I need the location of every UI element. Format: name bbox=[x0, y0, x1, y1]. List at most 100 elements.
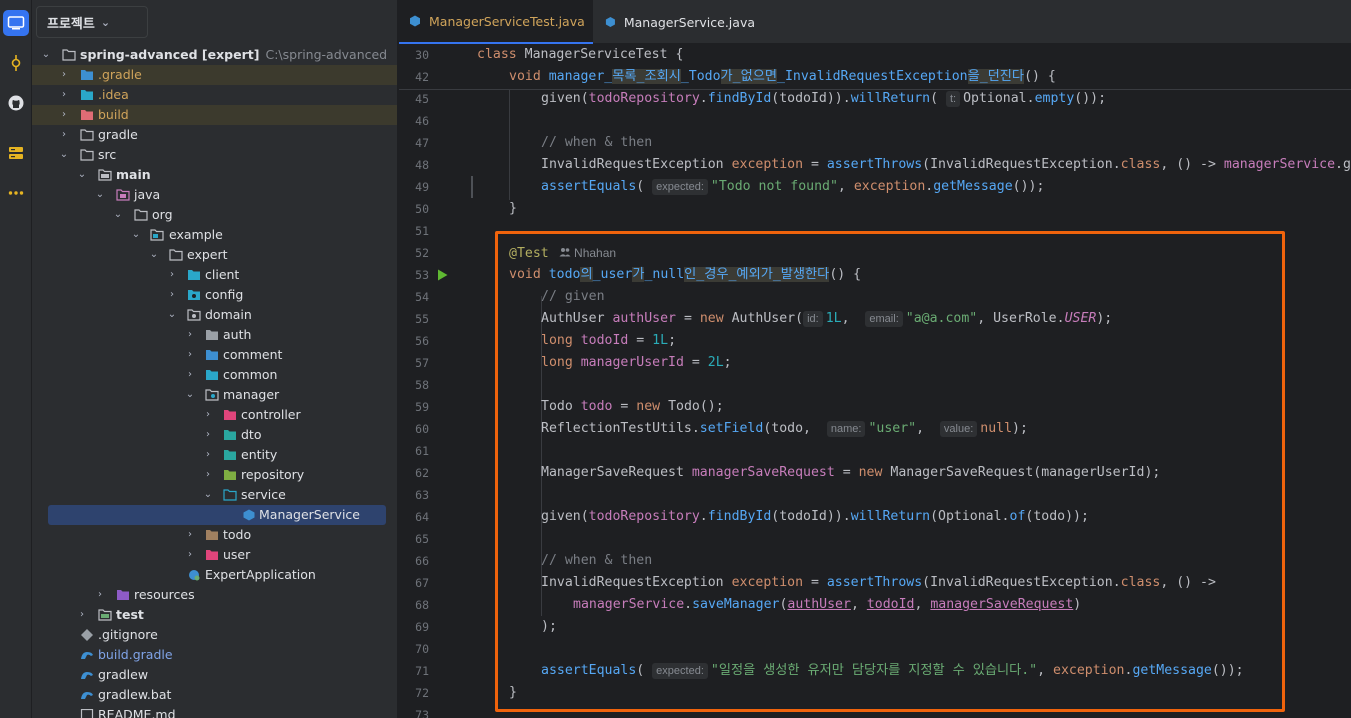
tree-item-entity[interactable]: › entity bbox=[32, 445, 397, 465]
chevron-right-icon[interactable]: › bbox=[58, 65, 70, 85]
chevron-right-icon[interactable]: › bbox=[58, 105, 70, 125]
tree-item-comment[interactable]: › comment bbox=[32, 345, 397, 365]
tree-item-resources[interactable]: › resources bbox=[32, 585, 397, 605]
code-line-62[interactable]: ManagerSaveRequest managerSaveRequest = … bbox=[541, 462, 1160, 484]
tree-item-manager[interactable]: ⌄ manager bbox=[32, 385, 397, 405]
code-line-67[interactable]: InvalidRequestException exception = asse… bbox=[541, 572, 1216, 594]
chevron-down-icon[interactable]: ⌄ bbox=[184, 385, 196, 405]
code-line-68[interactable]: managerService.saveManager(authUser, tod… bbox=[573, 594, 1081, 616]
chevron-down-icon[interactable]: ⌄ bbox=[112, 205, 124, 225]
tree-item-example[interactable]: ⌄ example bbox=[32, 225, 397, 245]
structure-view-button[interactable] bbox=[3, 140, 29, 166]
tree-item-config[interactable]: › config bbox=[32, 285, 397, 305]
chevron-down-icon[interactable]: ⌄ bbox=[58, 145, 70, 165]
project-view-selector[interactable]: 프로젝트 ⌄ bbox=[36, 6, 148, 38]
code-line-72[interactable]: } bbox=[509, 682, 517, 704]
chevron-right-icon[interactable]: › bbox=[202, 405, 214, 425]
code-line-56[interactable]: long todoId = 1L; bbox=[541, 330, 676, 352]
tree-item-gradle[interactable]: › gradle bbox=[32, 125, 397, 145]
tree-item-org[interactable]: ⌄ org bbox=[32, 205, 397, 225]
code-line-48[interactable]: InvalidRequestException exception = asse… bbox=[541, 154, 1351, 176]
java-class-icon bbox=[410, 15, 420, 27]
chevron-right-icon[interactable]: › bbox=[184, 545, 196, 565]
chevron-down-icon[interactable]: ⌄ bbox=[148, 245, 160, 265]
commit-view-button[interactable] bbox=[3, 50, 29, 76]
chevron-down-icon[interactable]: ⌄ bbox=[202, 485, 214, 505]
github-view-button[interactable] bbox=[3, 90, 29, 116]
code-line-59[interactable]: Todo todo = new Todo(); bbox=[541, 396, 724, 418]
code-line-66[interactable]: // when & then bbox=[541, 550, 652, 572]
tree-item-user[interactable]: › user bbox=[32, 545, 397, 565]
tree-item-readme[interactable]: README.md bbox=[32, 705, 397, 718]
chevron-down-icon[interactable]: ⌄ bbox=[40, 45, 52, 65]
tree-item-src[interactable]: ⌄ src bbox=[32, 145, 397, 165]
chevron-right-icon[interactable]: › bbox=[76, 605, 88, 625]
project-view-button[interactable] bbox=[3, 10, 29, 36]
chevron-right-icon[interactable]: › bbox=[202, 445, 214, 465]
code-line-52[interactable]: @Test Nhahan bbox=[509, 242, 616, 264]
tree-item-java[interactable]: ⌄ java bbox=[32, 185, 397, 205]
chevron-right-icon[interactable]: › bbox=[184, 345, 196, 365]
tree-item-label: ManagerService bbox=[259, 507, 360, 522]
tab-manager-service-test[interactable]: ManagerServiceTest.java bbox=[399, 0, 593, 44]
tree-item-test[interactable]: › test bbox=[32, 605, 397, 625]
code-line-49[interactable]: assertEquals( expected: "Todo not found",… bbox=[541, 176, 1044, 198]
tree-item-auth[interactable]: › auth bbox=[32, 325, 397, 345]
chevron-right-icon[interactable]: › bbox=[166, 265, 178, 285]
tree-item-controller[interactable]: › controller bbox=[32, 405, 397, 425]
chevron-right-icon[interactable]: › bbox=[184, 365, 196, 385]
chevron-right-icon[interactable]: › bbox=[202, 425, 214, 445]
code-line-45[interactable]: given(todoRepository.findById(todoId)).w… bbox=[541, 88, 1106, 110]
chevron-right-icon[interactable]: › bbox=[58, 85, 70, 105]
chevron-down-icon[interactable]: ⌄ bbox=[76, 165, 88, 185]
package-icon bbox=[206, 530, 218, 540]
chevron-right-icon[interactable]: › bbox=[202, 465, 214, 485]
git-icon bbox=[81, 629, 93, 641]
chevron-down-icon[interactable]: ⌄ bbox=[94, 185, 106, 205]
tree-item-gradlew[interactable]: gradlew bbox=[32, 665, 397, 685]
tree-item-manager-service[interactable]: ManagerService bbox=[48, 505, 386, 525]
tree-item-common[interactable]: › common bbox=[32, 365, 397, 385]
code-line-60[interactable]: ReflectionTestUtils.setField(todo, name:… bbox=[541, 418, 1028, 440]
chevron-right-icon[interactable]: › bbox=[166, 285, 178, 305]
tree-item-label: gradlew.bat bbox=[98, 687, 172, 702]
tree-item-client[interactable]: › client bbox=[32, 265, 397, 285]
tree-item-todo[interactable]: › todo bbox=[32, 525, 397, 545]
line-number: 54 bbox=[415, 290, 429, 304]
tree-item-build-gradle[interactable]: build.gradle bbox=[32, 645, 397, 665]
code-line-47[interactable]: // when & then bbox=[541, 132, 652, 154]
chevron-down-icon[interactable]: ⌄ bbox=[166, 305, 178, 325]
code-line-30[interactable]: class ManagerServiceTest { bbox=[477, 44, 683, 66]
run-test-icon[interactable] bbox=[437, 269, 448, 281]
tree-item-gitignore[interactable]: .gitignore bbox=[32, 625, 397, 645]
interface-icon bbox=[243, 509, 255, 521]
tree-item-gradle-dir[interactable]: › .gradle bbox=[32, 65, 397, 85]
tree-item-expert[interactable]: ⌄ expert bbox=[32, 245, 397, 265]
chevron-down-icon[interactable]: ⌄ bbox=[130, 225, 142, 245]
tree-item-idea[interactable]: › .idea bbox=[32, 85, 397, 105]
tree-item-domain[interactable]: ⌄ domain bbox=[32, 305, 397, 325]
tab-manager-service[interactable]: ManagerService.java bbox=[595, 0, 755, 44]
code-line-50[interactable]: } bbox=[509, 198, 517, 220]
tree-item-build[interactable]: › build bbox=[32, 105, 397, 125]
code-line-64[interactable]: given(todoRepository.findById(todoId)).w… bbox=[541, 506, 1089, 528]
tree-item-main[interactable]: ⌄ main bbox=[32, 165, 397, 185]
tree-item-expert-application[interactable]: ExpertApplication bbox=[32, 565, 397, 585]
code-line-53[interactable]: void todo의_user가_null인_경우_예외가_발생한다() { bbox=[509, 264, 861, 286]
tree-item-dto[interactable]: › dto bbox=[32, 425, 397, 445]
code-line-42[interactable]: void manager_목록_조회시_Todo가_없으면_InvalidReq… bbox=[509, 66, 1056, 88]
code-line-71[interactable]: assertEquals( expected: "일정을 생성한 유저만 담당자를… bbox=[541, 660, 1244, 682]
code-line-57[interactable]: long managerUserId = 2L; bbox=[541, 352, 732, 374]
chevron-right-icon[interactable]: › bbox=[94, 585, 106, 605]
tree-item-repository[interactable]: › repository bbox=[32, 465, 397, 485]
code-line-69[interactable]: ); bbox=[541, 616, 557, 638]
tree-item-gradlew-bat[interactable]: gradlew.bat bbox=[32, 685, 397, 705]
tree-item-root[interactable]: ⌄ spring-advanced [expert] C:\spring-adva… bbox=[32, 45, 397, 65]
code-line-54[interactable]: // given bbox=[541, 286, 605, 308]
chevron-right-icon[interactable]: › bbox=[184, 525, 196, 545]
chevron-right-icon[interactable]: › bbox=[58, 125, 70, 145]
chevron-right-icon[interactable]: › bbox=[184, 325, 196, 345]
tree-item-service[interactable]: ⌄ service bbox=[32, 485, 397, 505]
code-line-55[interactable]: AuthUser authUser = new AuthUser(id: 1L, … bbox=[541, 308, 1112, 330]
more-tools-button[interactable] bbox=[3, 180, 29, 206]
